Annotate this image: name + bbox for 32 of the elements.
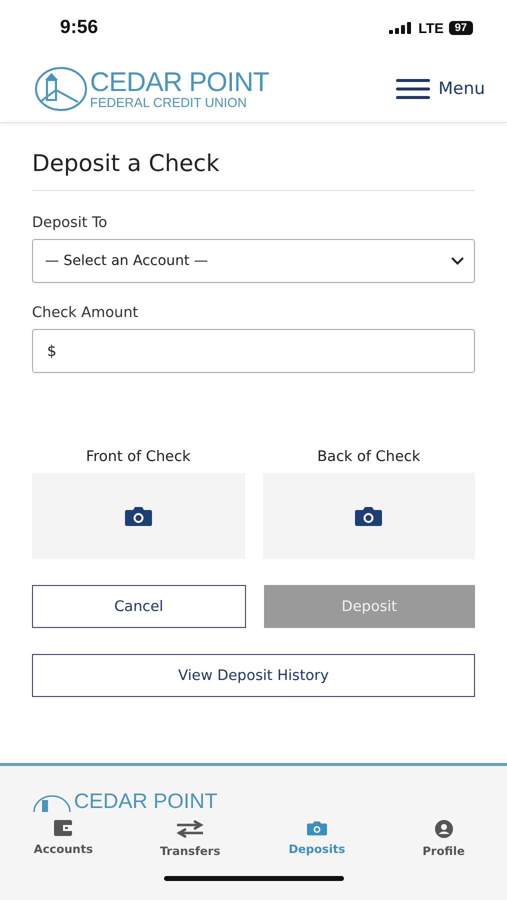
profile-icon [434, 820, 453, 838]
field-label: Deposit To [32, 215, 108, 231]
signal-icon [389, 22, 414, 34]
camera-icon [124, 506, 152, 526]
tab-bar-item[interactable]: Profile [380, 816, 507, 862]
camera-icon [306, 820, 327, 836]
status-time: 9:56 [60, 16, 98, 38]
cancel-button[interactable]: Cancel [32, 585, 246, 628]
footer-logo-title: CEDAR POINT [74, 791, 218, 812]
tab-bar-item[interactable]: Transfers [126, 816, 254, 862]
logo-title: CEDAR POINT [90, 68, 270, 96]
camera-icon [355, 506, 382, 526]
menu-button[interactable]: Menu [396, 78, 485, 98]
capture-area[interactable] [32, 473, 244, 559]
page-title: Deposit a Check [32, 151, 220, 177]
check-side-label: Back of Check [317, 449, 420, 465]
lighthouse-logo-icon [34, 66, 88, 112]
chevron-down-icon [451, 257, 464, 265]
transfer-arrows-icon [175, 820, 206, 838]
account-select[interactable]: — Select an Account — [32, 239, 475, 283]
wallet-icon [54, 820, 72, 836]
capture-area[interactable] [262, 473, 475, 559]
battery-indicator: 97 [448, 20, 473, 34]
logo-subtitle: FEDERAL CREDIT UNION [90, 96, 248, 108]
network-label: LTE [418, 20, 444, 36]
tab-bar-item[interactable]: Accounts [0, 816, 127, 862]
menu-icon [396, 78, 430, 98]
field-label: Check Amount [32, 305, 140, 321]
lighthouse-logo-icon [32, 794, 72, 812]
view-history-button[interactable]: View Deposit History [32, 654, 475, 697]
check-side-label: Front of Check [86, 449, 190, 465]
amount-field[interactable]: $ [32, 329, 475, 373]
